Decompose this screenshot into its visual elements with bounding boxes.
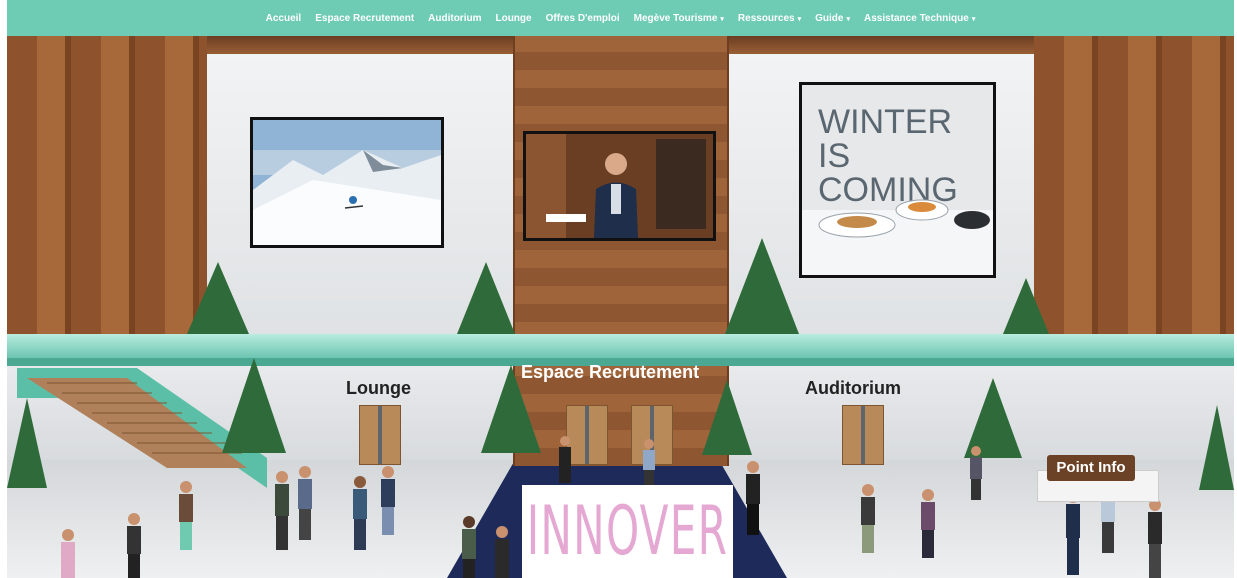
chevron-down-icon: ▾ bbox=[720, 15, 724, 23]
lounge-door[interactable] bbox=[359, 405, 401, 465]
nav-item-label: Megève Tourisme bbox=[633, 12, 718, 24]
nav-item-label: Ressources bbox=[737, 12, 795, 24]
avatar bbox=[1066, 491, 1080, 575]
nav-item-guide[interactable]: Guide ▾ bbox=[815, 13, 850, 24]
avatar bbox=[861, 484, 875, 553]
innover-text: INNOVER bbox=[526, 492, 729, 571]
avatar bbox=[495, 526, 509, 578]
nav-item-meg-ve-tourisme[interactable]: Megève Tourisme ▾ bbox=[634, 13, 724, 24]
auditorium-door[interactable] bbox=[842, 405, 884, 465]
speaker-video-image bbox=[526, 134, 713, 238]
nav-item-assistance-technique[interactable]: Assistance Technique ▾ bbox=[864, 13, 975, 24]
nav-item-label: Accueil bbox=[265, 12, 302, 24]
avatar bbox=[61, 529, 75, 578]
nav-item-auditorium[interactable]: Auditorium bbox=[428, 13, 481, 24]
espace-recrutement-label[interactable]: Espace Recrutement bbox=[521, 362, 699, 383]
wood-column bbox=[513, 36, 729, 466]
nav-item-label: Guide bbox=[815, 12, 844, 24]
lounge-label[interactable]: Lounge bbox=[346, 378, 411, 399]
nav-item-label: Assistance Technique bbox=[863, 12, 969, 24]
tree-icon bbox=[1003, 278, 1049, 334]
avatar bbox=[462, 516, 476, 578]
avatar bbox=[275, 471, 289, 550]
food-plates-image bbox=[802, 199, 993, 275]
top-nav: Accueil Espace Recrutement Auditorium Loung… bbox=[7, 0, 1234, 36]
chevron-down-icon: ▾ bbox=[971, 15, 976, 23]
avatar bbox=[921, 489, 935, 558]
tree-icon bbox=[187, 262, 249, 334]
avatar bbox=[381, 466, 395, 535]
avatar bbox=[643, 439, 655, 486]
ski-scene-image bbox=[253, 120, 441, 245]
nav-item-offres-d-emploi[interactable]: Offres D'emploi bbox=[546, 13, 620, 24]
virtual-hall-scene: Accueil Espace Recrutement Auditorium Loung… bbox=[7, 0, 1234, 578]
wood-wall-left bbox=[7, 36, 207, 336]
tree-icon bbox=[457, 262, 515, 334]
avatar bbox=[179, 481, 193, 550]
nav-item-label: Offres D'emploi bbox=[545, 12, 620, 24]
nav-item-label: Auditorium bbox=[428, 12, 482, 24]
avatar bbox=[746, 461, 760, 535]
nav-item-lounge[interactable]: Lounge bbox=[495, 13, 531, 24]
nav-item-espace-recrutement[interactable]: Espace Recrutement bbox=[315, 13, 414, 24]
innover-overlay: INNOVER bbox=[522, 485, 733, 578]
nav-item-accueil[interactable]: Accueil bbox=[266, 13, 302, 24]
tree-icon bbox=[725, 238, 799, 334]
winter-screen[interactable]: WINTER IS COMING bbox=[799, 82, 996, 278]
point-info-sign[interactable]: Point Info bbox=[1047, 455, 1135, 481]
avatar bbox=[353, 476, 367, 550]
avatar bbox=[559, 436, 571, 483]
tree-icon bbox=[7, 398, 47, 488]
tree-icon bbox=[702, 380, 752, 455]
nav-item-label: Lounge bbox=[495, 12, 532, 24]
nav-item-label: Espace Recrutement bbox=[315, 12, 415, 24]
wood-wall-right bbox=[1034, 36, 1234, 336]
avatar bbox=[127, 513, 141, 578]
nav-item-ressources[interactable]: Ressources ▾ bbox=[738, 13, 801, 24]
avatar bbox=[298, 466, 312, 540]
avatar bbox=[970, 446, 982, 500]
tree-icon bbox=[222, 358, 286, 453]
auditorium-label[interactable]: Auditorium bbox=[805, 378, 901, 399]
video-screen[interactable] bbox=[523, 131, 716, 241]
avatar bbox=[1148, 499, 1162, 578]
tree-icon bbox=[1199, 405, 1234, 490]
chevron-down-icon: ▾ bbox=[797, 15, 802, 23]
chevron-down-icon: ▾ bbox=[846, 15, 850, 23]
ski-screen[interactable] bbox=[250, 117, 444, 248]
